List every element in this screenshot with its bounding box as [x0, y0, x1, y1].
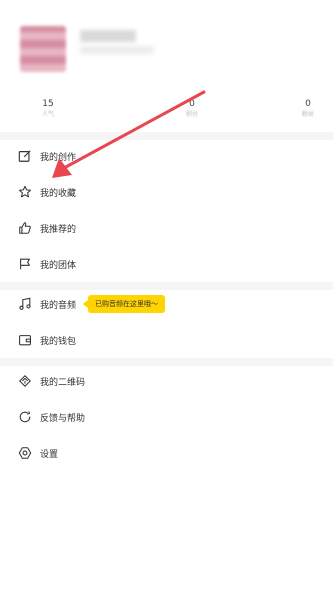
- menu-label-recommended: 我推荐的: [40, 224, 77, 235]
- user-subtitle-blurred: [80, 46, 154, 54]
- menu-label-group: 我的团体: [40, 260, 77, 271]
- feedback-icon: [18, 410, 32, 424]
- menu-label-creation: 我的创作: [40, 152, 77, 163]
- avatar[interactable]: [20, 26, 66, 72]
- menu-item-wallet[interactable]: 我的钱包: [0, 322, 333, 358]
- menu-label-settings: 设置: [40, 449, 59, 460]
- menu-item-favorites[interactable]: 我的收藏: [0, 174, 333, 210]
- stat-fans-label: 粉丝: [301, 111, 314, 118]
- profile-stats: 15 人气 0 积分 0 粉丝: [0, 98, 333, 130]
- music-note-icon: [18, 297, 32, 311]
- stat-points[interactable]: 0 积分: [167, 98, 217, 120]
- menu-label-feedback: 反馈与帮助: [40, 413, 86, 424]
- menu-item-audio[interactable]: 我的音频 已购音频在这里哦～: [0, 286, 333, 322]
- menu-item-recommended[interactable]: 我推荐的: [0, 210, 333, 246]
- stat-points-value: 0: [189, 99, 195, 109]
- menu-label-audio: 我的音频: [40, 300, 77, 311]
- menu-item-qrcode[interactable]: 我的二维码: [0, 363, 333, 399]
- thumbs-up-icon: [18, 221, 32, 235]
- menu-item-group[interactable]: 我的团体: [0, 246, 333, 282]
- stat-fans-value: 0: [305, 99, 311, 109]
- qrcode-icon: [18, 374, 32, 388]
- profile-header: 15 人气 0 积分 0 粉丝: [0, 0, 333, 140]
- wallet-icon: [18, 333, 32, 347]
- stat-popularity[interactable]: 15 人气: [23, 98, 73, 120]
- menu-item-feedback[interactable]: 反馈与帮助: [0, 399, 333, 435]
- flag-icon: [18, 257, 32, 271]
- audio-tooltip: 已购音频在这里哦～: [88, 295, 166, 313]
- menu-label-qrcode: 我的二维码: [40, 377, 86, 388]
- username-blurred: [80, 30, 136, 42]
- stat-fans[interactable]: 0 粉丝: [283, 98, 333, 120]
- settings-icon: [18, 446, 32, 460]
- menu-label-favorites: 我的收藏: [40, 188, 77, 199]
- star-icon: [18, 185, 32, 199]
- menu-item-creation[interactable]: 我的创作: [0, 138, 333, 174]
- edit-icon: [18, 149, 32, 163]
- stat-points-label: 积分: [185, 111, 198, 118]
- menu-item-settings[interactable]: 设置: [0, 435, 333, 471]
- stat-popularity-label: 人气: [41, 111, 54, 118]
- menu-label-wallet: 我的钱包: [40, 336, 77, 347]
- stat-popularity-value: 15: [42, 99, 54, 109]
